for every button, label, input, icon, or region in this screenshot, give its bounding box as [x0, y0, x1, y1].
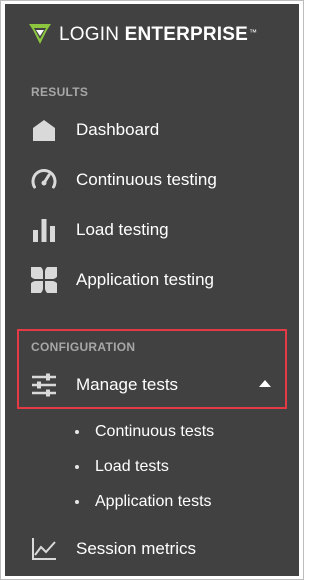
brand-name-part1: LOGIN	[59, 24, 120, 45]
nav-label-manage-tests: Manage tests	[76, 375, 179, 394]
logo-mark-icon	[29, 24, 51, 44]
configuration-highlight: CONFIGURATION Manage tests	[17, 329, 287, 409]
nav-label-session-metrics: Session metrics	[76, 539, 196, 558]
sliders-icon	[29, 370, 59, 400]
brand-logo[interactable]: LOGIN ENTERPRISE™	[27, 22, 257, 48]
brand-name-part2: ENTERPRISE	[124, 24, 249, 45]
submenu-label-load-tests: Load tests	[95, 458, 169, 475]
bullet-icon	[75, 430, 79, 434]
nav-item-load-testing[interactable]: Load testing	[29, 214, 279, 246]
submenu-item-load-tests[interactable]: Load tests	[75, 455, 169, 479]
trademark-symbol: ™	[249, 28, 258, 37]
nav-label-load-testing: Load testing	[76, 220, 169, 239]
chevron-up-icon[interactable]	[259, 380, 271, 387]
bullet-icon	[75, 500, 79, 504]
nav-label-application-testing: Application testing	[76, 270, 214, 289]
speedometer-icon	[29, 165, 59, 195]
nav-item-continuous-testing[interactable]: Continuous testing	[29, 164, 279, 196]
line-chart-icon	[29, 534, 59, 564]
submenu-label-application-tests: Application tests	[95, 493, 212, 510]
nav-label-dashboard: Dashboard	[76, 120, 160, 139]
bullet-icon	[75, 465, 79, 469]
section-label-results: RESULTS	[31, 85, 89, 99]
brand-name: LOGIN ENTERPRISE™	[59, 23, 257, 47]
home-icon	[29, 115, 59, 145]
screenshot-frame: LOGIN ENTERPRISE™ RESULTS Dashboard Cont…	[0, 0, 304, 580]
submenu-label-continuous-tests: Continuous tests	[95, 423, 215, 440]
nav-item-manage-tests[interactable]: Manage tests	[29, 369, 283, 401]
nav-item-session-metrics[interactable]: Session metrics	[29, 533, 279, 565]
bar-chart-icon	[29, 215, 59, 245]
nav-label-continuous-testing: Continuous testing	[76, 170, 217, 189]
nav-item-application-testing[interactable]: Application testing	[29, 264, 279, 296]
nav-item-dashboard[interactable]: Dashboard	[29, 114, 279, 146]
submenu-item-continuous-tests[interactable]: Continuous tests	[75, 420, 214, 444]
submenu-item-application-tests[interactable]: Application tests	[75, 490, 212, 514]
apps-icon	[29, 265, 59, 295]
sidebar: LOGIN ENTERPRISE™ RESULTS Dashboard Cont…	[5, 4, 299, 576]
section-label-configuration: CONFIGURATION	[31, 340, 136, 354]
